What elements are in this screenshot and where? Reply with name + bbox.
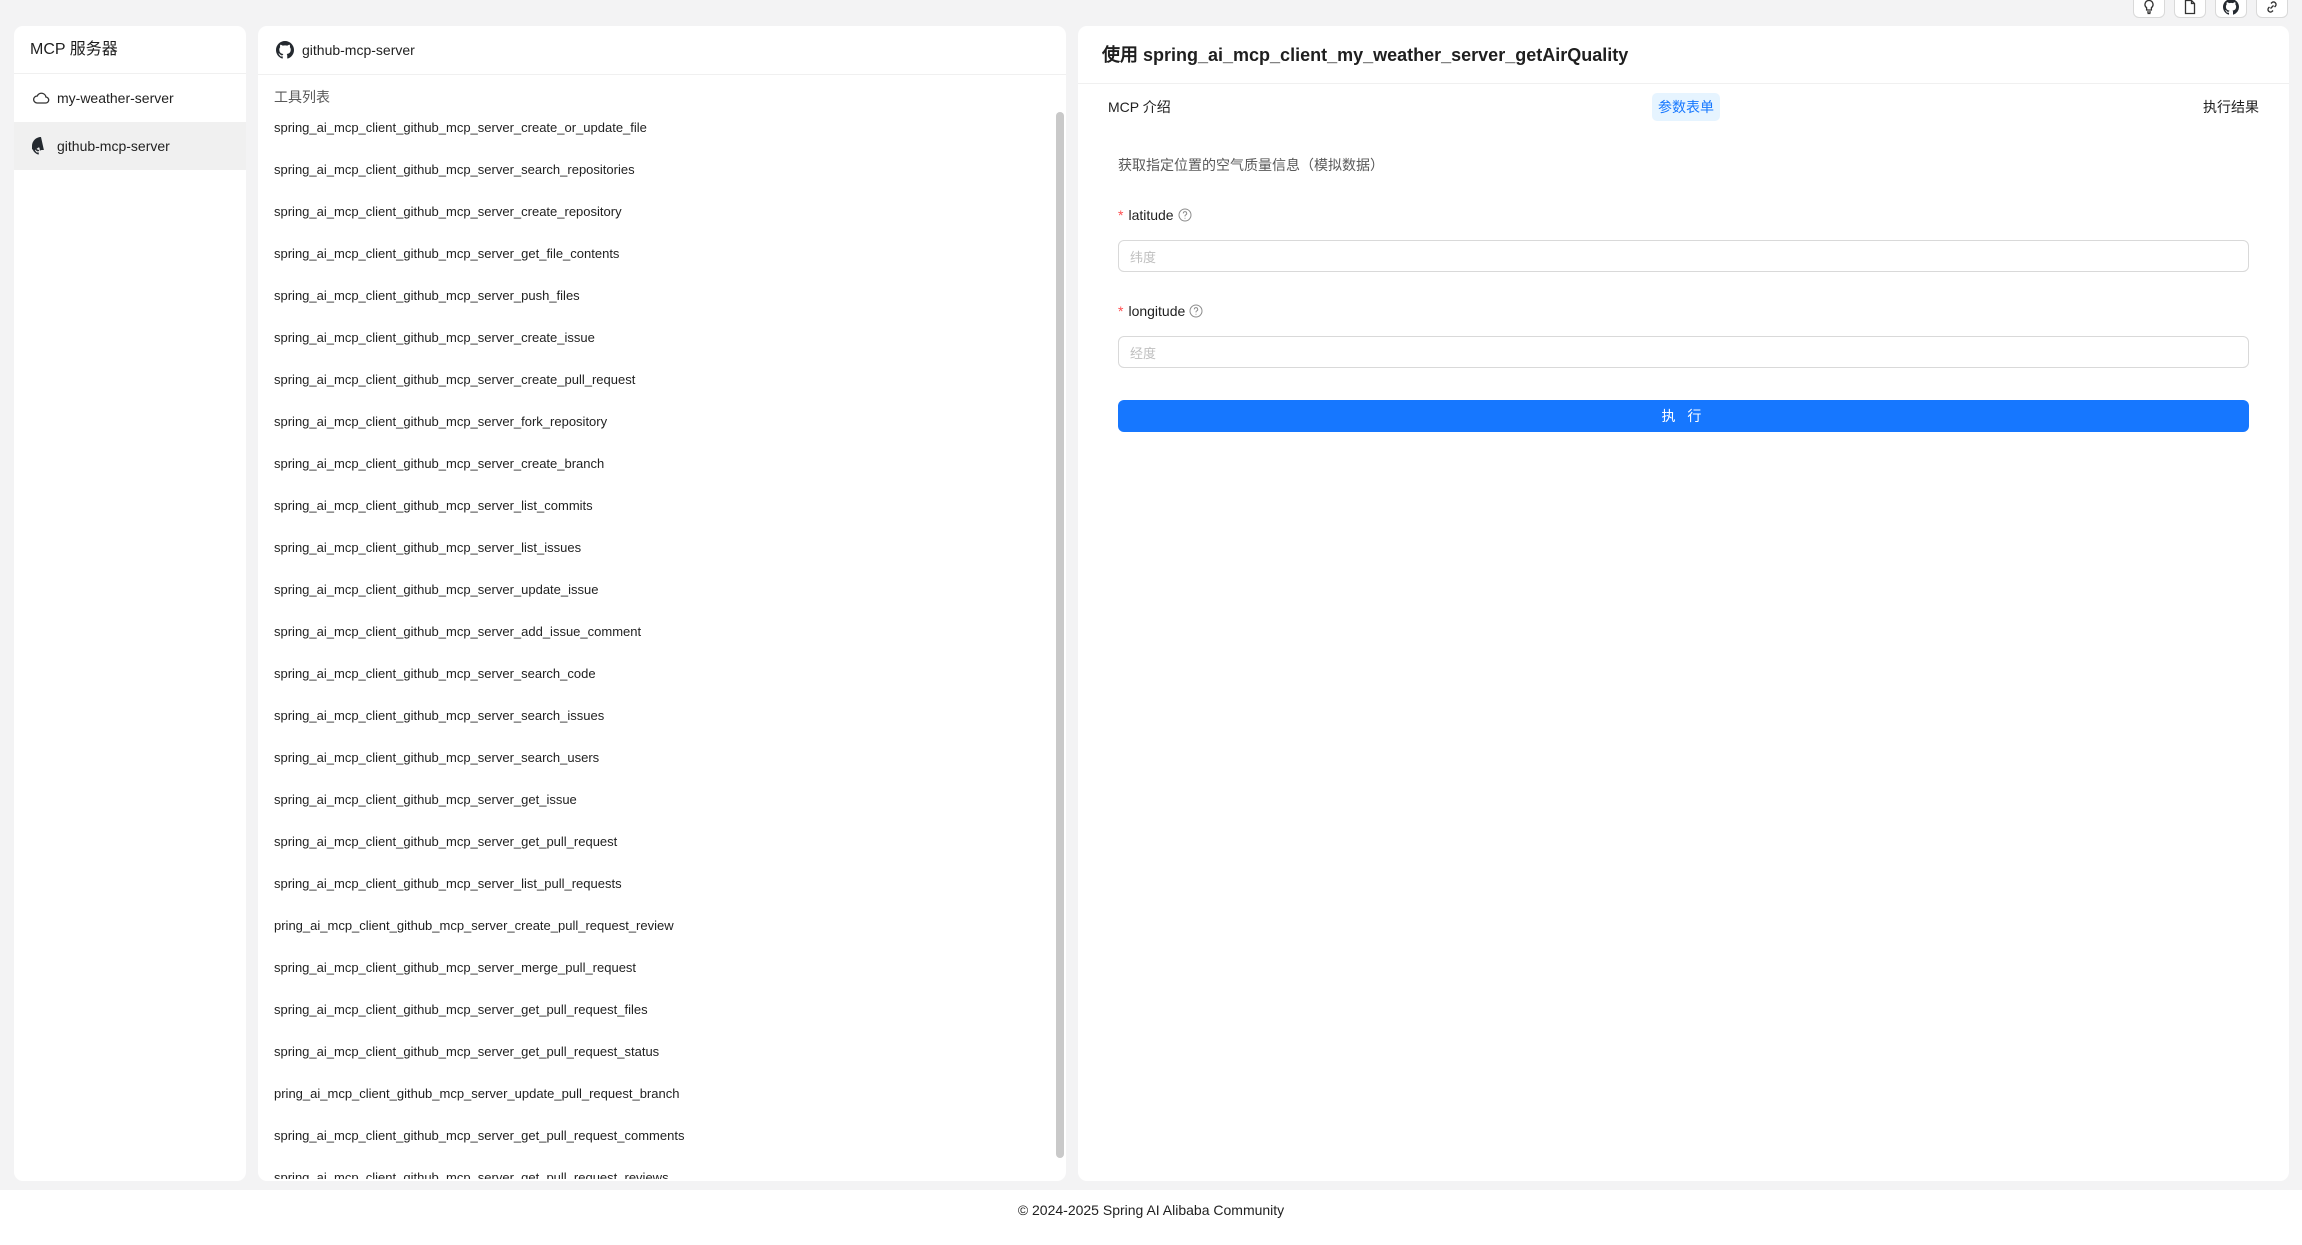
tool-list-item[interactable]: spring_ai_mcp_client_github_mcp_server_s… — [258, 701, 1066, 743]
param-form: 获取指定位置的空气质量信息（模拟数据） * latitude 纬度 * long… — [1078, 130, 2289, 432]
tool-list-item[interactable]: spring_ai_mcp_client_github_mcp_server_c… — [258, 197, 1066, 239]
tool-list-item[interactable]: spring_ai_mcp_client_github_mcp_server_m… — [258, 953, 1066, 995]
server-item-my-weather-server[interactable]: my-weather-server — [14, 74, 246, 122]
bulb-icon — [2144, 0, 2154, 15]
tool-list-item[interactable]: spring_ai_mcp_client_github_mcp_server_g… — [258, 995, 1066, 1037]
detail-tabs: MCP 介绍 参数表单 执行结果 — [1078, 84, 2289, 130]
tool-list-item[interactable]: spring_ai_mcp_client_github_mcp_server_s… — [258, 743, 1066, 785]
latitude-label-text: latitude — [1128, 207, 1174, 223]
required-mark: * — [1118, 303, 1124, 319]
server-item-label: my-weather-server — [57, 90, 174, 106]
tools-panel-header: github-mcp-server — [258, 26, 1066, 75]
tools-subtitle: 工具列表 — [274, 89, 330, 105]
github-icon — [2223, 0, 2239, 15]
tab-param-form[interactable]: 参数表单 — [1652, 93, 1720, 121]
server-panel: MCP 服务器 my-weather-server github-mcp-ser… — [14, 26, 246, 1181]
tab-mcp-intro[interactable]: MCP 介绍 — [1108, 93, 1171, 121]
github-icon — [276, 41, 294, 59]
tool-list-item[interactable]: spring_ai_mcp_client_github_mcp_server_a… — [258, 617, 1066, 659]
latitude-field-group: * latitude 纬度 — [1118, 204, 2249, 272]
tool-list-item[interactable]: spring_ai_mcp_client_github_mcp_server_u… — [258, 575, 1066, 617]
tool-list-item[interactable]: spring_ai_mcp_client_github_mcp_server_c… — [258, 365, 1066, 407]
question-circle-icon[interactable] — [1178, 208, 1192, 222]
tool-list-item[interactable]: pring_ai_mcp_client_github_mcp_server_up… — [258, 1079, 1066, 1121]
tool-description: 获取指定位置的空气质量信息（模拟数据） — [1118, 157, 1384, 173]
tools-panel: github-mcp-server 工具列表 spring_ai_mcp_cli… — [258, 26, 1066, 1181]
tab-exec-result[interactable]: 执行结果 — [2203, 93, 2259, 121]
tool-list-item[interactable]: spring_ai_mcp_client_github_mcp_server_l… — [258, 533, 1066, 575]
tips-button[interactable] — [2133, 0, 2165, 18]
tool-list-scrollbar[interactable] — [1056, 112, 1064, 1158]
tool-list-item[interactable]: spring_ai_mcp_client_github_mcp_server_g… — [258, 1037, 1066, 1079]
document-icon — [2184, 0, 2196, 15]
github-icon — [32, 137, 44, 155]
longitude-label: * longitude — [1118, 300, 2249, 322]
link-button[interactable] — [2256, 0, 2288, 18]
tool-list-item[interactable]: spring_ai_mcp_client_github_mcp_server_g… — [258, 1121, 1066, 1163]
latitude-input[interactable]: 纬度 — [1118, 240, 2249, 272]
tools-server-name: github-mcp-server — [302, 42, 415, 58]
tool-list-item[interactable]: spring_ai_mcp_client_github_mcp_server_g… — [258, 239, 1066, 281]
top-actions — [2133, 0, 2288, 18]
tool-list-item[interactable]: spring_ai_mcp_client_github_mcp_server_l… — [258, 491, 1066, 533]
server-item-github-mcp-server[interactable]: github-mcp-server — [14, 122, 246, 170]
tool-list: spring_ai_mcp_client_github_mcp_server_c… — [258, 113, 1066, 1179]
detail-title: 使用 spring_ai_mcp_client_my_weather_serve… — [1078, 26, 2289, 84]
tool-list-item[interactable]: spring_ai_mcp_client_github_mcp_server_c… — [258, 449, 1066, 491]
tool-list-item[interactable]: spring_ai_mcp_client_github_mcp_server_g… — [258, 1163, 1066, 1179]
tool-list-item[interactable]: spring_ai_mcp_client_github_mcp_server_g… — [258, 827, 1066, 869]
tool-list-item[interactable]: spring_ai_mcp_client_github_mcp_server_l… — [258, 869, 1066, 911]
link-icon — [2267, 1, 2277, 13]
latitude-label: * latitude — [1118, 204, 2249, 226]
detail-panel: 使用 spring_ai_mcp_client_my_weather_serve… — [1078, 26, 2289, 1181]
longitude-label-text: longitude — [1128, 303, 1186, 319]
github-button[interactable] — [2215, 0, 2247, 18]
question-circle-icon[interactable] — [1189, 304, 1203, 318]
tool-list-item[interactable]: pring_ai_mcp_client_github_mcp_server_cr… — [258, 911, 1066, 953]
tool-list-viewport: spring_ai_mcp_client_github_mcp_server_c… — [258, 113, 1066, 1179]
docs-button[interactable] — [2174, 0, 2206, 18]
tool-list-item[interactable]: spring_ai_mcp_client_github_mcp_server_g… — [258, 785, 1066, 827]
tool-list-item[interactable]: spring_ai_mcp_client_github_mcp_server_p… — [258, 281, 1066, 323]
footer: © 2024-2025 Spring AI Alibaba Community — [0, 1190, 2302, 1245]
longitude-input[interactable]: 经度 — [1118, 336, 2249, 368]
longitude-field-group: * longitude 经度 — [1118, 300, 2249, 368]
tool-list-item[interactable]: spring_ai_mcp_client_github_mcp_server_s… — [258, 155, 1066, 197]
tool-list-item[interactable]: spring_ai_mcp_client_github_mcp_server_c… — [258, 323, 1066, 365]
tool-list-item[interactable]: spring_ai_mcp_client_github_mcp_server_c… — [258, 113, 1066, 155]
tool-list-item[interactable]: spring_ai_mcp_client_github_mcp_server_f… — [258, 407, 1066, 449]
cloud-icon — [33, 92, 50, 104]
required-mark: * — [1118, 207, 1124, 223]
execute-button[interactable]: 执 行 — [1118, 400, 2249, 432]
server-panel-title: MCP 服务器 — [14, 26, 246, 74]
server-item-label: github-mcp-server — [57, 138, 170, 154]
tool-list-item[interactable]: spring_ai_mcp_client_github_mcp_server_s… — [258, 659, 1066, 701]
